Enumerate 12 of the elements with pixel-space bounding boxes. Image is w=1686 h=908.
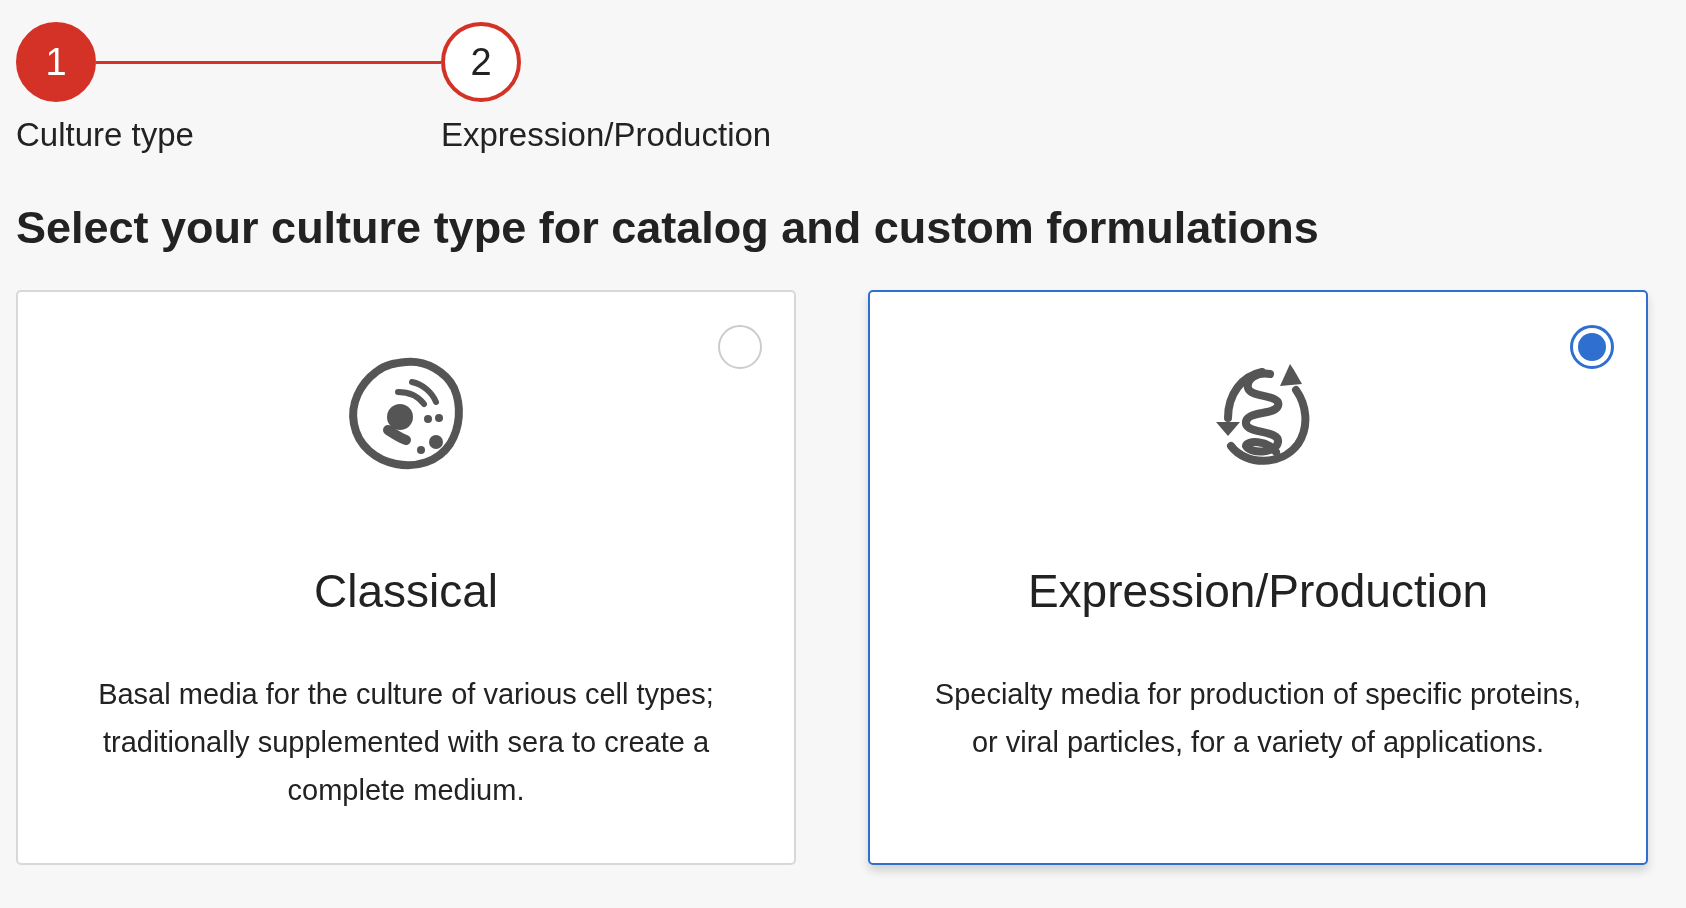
- radio-button[interactable]: [1570, 325, 1614, 369]
- option-title: Classical: [313, 564, 498, 618]
- page-heading: Select your culture type for catalog and custom formulations: [16, 202, 1320, 254]
- step-circle[interactable]: 2: [441, 22, 521, 102]
- option-description: Basal media for the culture of various cell types; traditionally supplemented with sera to create a complete medium.: [97, 677, 715, 808]
- option-description: Specialty media for production of specific proteins, or viral particles, for a variety of applications.: [933, 677, 1583, 760]
- step-circle[interactable]: 1: [16, 22, 96, 102]
- option-card[interactable]: Expression/Production Specialty media for production of specific proteins, or viral particles, for a variety of applications.: [868, 290, 1648, 865]
- step-label: Expression/Production: [441, 116, 773, 154]
- option-title: Expression/Production: [1027, 564, 1489, 618]
- step-label: Culture type: [16, 116, 195, 154]
- option-card[interactable]: Classical Basal media for the culture of various cell types; traditionally supplemented with sera to create a complete medium.: [16, 290, 796, 865]
